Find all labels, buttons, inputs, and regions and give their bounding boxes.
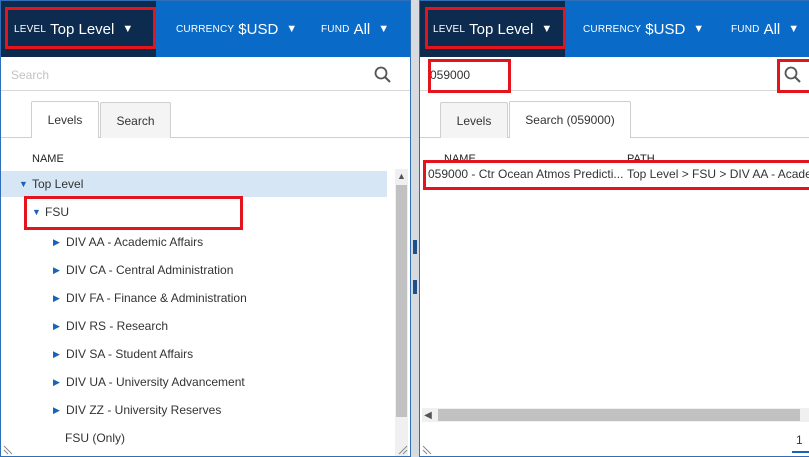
tab-levels[interactable]: Levels [31,101,99,138]
tree-row-label: DIV CA - Central Administration [66,263,234,277]
tree-row-div-sa[interactable]: ▶ DIV SA - Student Affairs [1,341,193,367]
caret-down-icon: ▼ [122,23,134,35]
result-path: Top Level > FSU > DIV AA - Acade... [627,167,809,181]
scrollbar-thumb[interactable] [396,185,407,417]
currency-filter-button[interactable]: CURRENCY $USD ▼ [583,1,704,57]
search-row [1,59,410,91]
pager-underline [792,451,809,453]
horizontal-scrollbar[interactable]: ◀ [422,408,809,422]
expand-triangle-icon[interactable]: ▶ [53,349,62,360]
caret-down-icon: ▼ [286,23,298,35]
tree-row-label: DIV AA - Academic Affairs [66,235,204,249]
search-icon[interactable] [783,65,803,85]
caret-down-icon: ▼ [788,23,800,35]
tree-row-label: FSU [45,205,69,219]
tree-row-label: DIV UA - University Advancement [66,375,245,389]
search-icon[interactable] [373,65,393,85]
tree-row-label: FSU (Only) [65,431,125,445]
collapse-triangle-icon[interactable]: ▼ [32,207,41,217]
scroll-left-arrow-icon[interactable]: ◀ [422,408,434,422]
resize-grip-icon[interactable] [398,445,408,455]
fund-filter-label: FUND [321,23,350,35]
resize-grip-icon[interactable] [3,445,13,455]
collapse-triangle-icon[interactable]: ▼ [19,179,28,189]
tree-row-fsu-only[interactable]: FSU (Only) [1,425,125,451]
filter-bar: LEVEL Top Level ▼ CURRENCY $USD ▼ FUND A… [420,1,809,57]
panel-separator [411,0,419,457]
tab-strip: Levels Search [1,101,410,138]
search-result-row[interactable]: 059000 - Ctr Ocean Atmos Predicti... Top… [420,161,809,187]
result-name: 059000 - Ctr Ocean Atmos Predicti... [428,167,624,181]
tree-row-label: Top Level [32,177,84,191]
expand-triangle-icon[interactable]: ▶ [53,321,62,332]
tree-row-label: DIV ZZ - University Reserves [66,403,222,417]
expand-triangle-icon[interactable]: ▶ [53,405,62,416]
tab-strip: Levels Search (059000) [420,101,809,138]
currency-filter-value: $USD [645,20,686,38]
caret-down-icon: ▼ [541,23,553,35]
tree-row-div-ca[interactable]: ▶ DIV CA - Central Administration [1,257,233,283]
tree-row-div-rs[interactable]: ▶ DIV RS - Research [1,313,168,339]
level-filter-value: Top Level [50,20,115,38]
tree-row-div-fa[interactable]: ▶ DIV FA - Finance & Administration [1,285,247,311]
caret-down-icon: ▼ [378,23,390,35]
currency-filter-label: CURRENCY [176,23,235,35]
fund-filter-button[interactable]: FUND All ▼ [321,1,389,57]
expand-triangle-icon[interactable]: ▶ [53,377,62,388]
currency-filter-label: CURRENCY [583,23,642,35]
level-picker-panel-left: LEVEL Top Level ▼ CURRENCY $USD ▼ FUND A… [0,0,411,457]
search-input[interactable] [430,65,730,85]
tree-row-div-ua[interactable]: ▶ DIV UA - University Advancement [1,369,245,395]
fund-filter-label: FUND [731,23,760,35]
tree-row-label: DIV RS - Research [66,319,169,333]
level-filter-button[interactable]: LEVEL Top Level ▼ [420,1,565,57]
tab-search[interactable]: Search [100,102,171,138]
currency-filter-button[interactable]: CURRENCY $USD ▼ [176,1,297,57]
level-filter-label: LEVEL [433,23,466,35]
tab-search[interactable]: Search (059000) [509,101,631,138]
vertical-scrollbar[interactable]: ▲ [395,169,408,456]
level-filter-button[interactable]: LEVEL Top Level ▼ [1,1,156,57]
tree-row-label: DIV FA - Finance & Administration [66,291,247,305]
separator-mark [413,240,417,254]
search-input[interactable] [11,65,311,85]
column-header-name: NAME [32,153,64,165]
separator-mark [413,280,417,294]
expand-triangle-icon[interactable]: ▶ [53,237,62,248]
tree-row-div-aa[interactable]: ▶ DIV AA - Academic Affairs [1,229,203,255]
fund-filter-value: All [353,20,371,38]
scroll-up-arrow-icon[interactable]: ▲ [395,169,408,183]
tree-row-div-zz[interactable]: ▶ DIV ZZ - University Reserves [1,397,221,423]
expand-triangle-icon[interactable]: ▶ [53,293,62,304]
filter-bar: LEVEL Top Level ▼ CURRENCY $USD ▼ FUND A… [1,1,410,57]
resize-grip-icon[interactable] [422,445,432,455]
tree-row-fsu[interactable]: ▼ FSU [1,199,387,225]
level-picker-panel-right: LEVEL Top Level ▼ CURRENCY $USD ▼ FUND A… [419,0,809,457]
caret-down-icon: ▼ [693,23,705,35]
fund-filter-button[interactable]: FUND All ▼ [731,1,799,57]
scrollbar-thumb[interactable] [438,409,800,421]
level-filter-value: Top Level [469,20,534,38]
tree-row-label: DIV SA - Student Affairs [66,347,194,361]
tree-row-top-level[interactable]: ▼ Top Level [1,171,387,197]
search-row [420,59,809,91]
pager-current-page[interactable]: 1 [796,433,803,447]
tab-levels[interactable]: Levels [440,102,508,138]
expand-triangle-icon[interactable]: ▶ [53,265,62,276]
level-filter-label: LEVEL [14,23,47,35]
fund-filter-value: All [763,20,781,38]
currency-filter-value: $USD [238,20,279,38]
